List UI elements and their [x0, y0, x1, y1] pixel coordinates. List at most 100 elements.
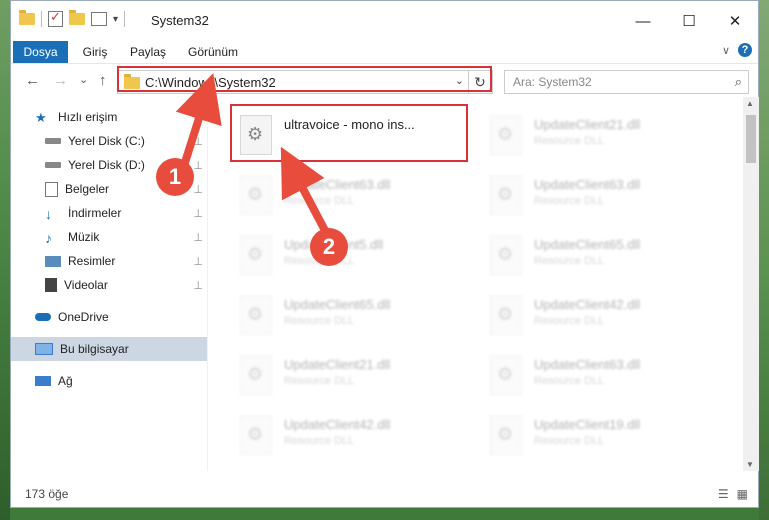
sidebar-item-network[interactable]: Ağ [11, 369, 207, 393]
pin-icon[interactable]: ⊥ [193, 255, 203, 268]
search-input[interactable]: Ara: System32 ⌕ [504, 70, 749, 94]
file-type: Resource DLL [284, 375, 355, 387]
file-tile[interactable]: ⚙ UpdateClient21.dll Resource DLL [466, 105, 706, 161]
file-name: UpdateClient19.dll [534, 417, 641, 432]
dll-file-icon: ⚙ [490, 175, 522, 215]
scroll-up-icon[interactable]: ▲ [746, 99, 754, 108]
file-name: UpdateClient21.dll [284, 357, 391, 372]
tab-view[interactable]: Görünüm [181, 41, 245, 63]
dll-file-icon: ⚙ [490, 235, 522, 275]
file-tile[interactable]: ⚙ UpdateClient63.dll Resource DLL [466, 165, 706, 221]
music-icon: ♪ [45, 230, 52, 246]
cloud-icon [35, 313, 51, 321]
sidebar-item-label: Belgeler [65, 182, 110, 196]
file-name: UpdateClient21.dll [534, 117, 641, 132]
sidebar-item-label: Yerel Disk (C:) [68, 134, 145, 148]
pin-icon[interactable]: ⊥ [193, 207, 203, 220]
file-tile[interactable]: ⚙ UpdateClient42.dll Resource DLL [466, 285, 706, 341]
file-type: Resource DLL [534, 135, 605, 147]
file-name: UpdateClient63.dll [534, 357, 641, 372]
computer-icon [35, 343, 53, 355]
dll-file-icon: ⚙ [490, 295, 522, 335]
pictures-icon [45, 255, 61, 267]
sidebar-item-videos[interactable]: Videolar ⊥ [11, 273, 207, 297]
file-tile[interactable]: ⚙ UpdateClient42.dll Resource DLL [216, 405, 456, 461]
vertical-scrollbar[interactable]: ▲ ▼ [743, 97, 759, 471]
drive-icon [45, 162, 61, 168]
expand-ribbon-icon[interactable]: ∨ [722, 44, 730, 57]
help-icon[interactable]: ? [738, 43, 752, 57]
tab-share[interactable]: Paylaş [123, 41, 173, 63]
network-icon [35, 376, 51, 386]
up-arrow-icon[interactable]: ↑ [99, 72, 107, 89]
sidebar-item-pictures[interactable]: Resimler ⊥ [11, 249, 207, 273]
file-tile[interactable]: ⚙ UpdateClient63.dll Resource DLL [216, 165, 456, 221]
large-icons-view-icon[interactable]: ▦ [737, 487, 748, 501]
folder-icon[interactable] [19, 10, 35, 25]
close-button[interactable]: ✕ [712, 1, 758, 41]
file-tile[interactable]: ⚙ UpdateClient63.dll Resource DLL [466, 345, 706, 401]
file-type: Resource DLL [284, 315, 355, 327]
file-name: UpdateClient65.dll [284, 297, 391, 312]
file-name: UpdateClient65.dll [534, 237, 641, 252]
sidebar-item-label: Hızlı erişim [58, 110, 118, 124]
documents-icon [45, 181, 58, 197]
file-tile[interactable]: ⚙ UpdateClient21.dll Resource DLL [216, 345, 456, 401]
file-name: UpdateClient42.dll [534, 297, 641, 312]
sidebar-item-quick-access[interactable]: ★ Hızlı erişim [11, 105, 207, 129]
sidebar-item-local-disk-c[interactable]: Yerel Disk (C:) ⊥ [11, 129, 207, 153]
file-type: Resource DLL [534, 435, 605, 447]
customize-toolbar-icon[interactable]: ▾ [113, 14, 118, 25]
dll-file-icon: ⚙ [240, 295, 272, 335]
recent-locations-icon[interactable]: ⌄ [79, 73, 88, 86]
sidebar-item-music[interactable]: ♪ Müzik ⊥ [11, 225, 207, 249]
download-icon: ↓ [45, 206, 52, 222]
search-placeholder: Ara: System32 [513, 75, 592, 89]
sidebar-item-this-pc[interactable]: Bu bilgisayar [11, 337, 207, 361]
search-icon[interactable]: ⌕ [735, 74, 742, 90]
properties-icon[interactable] [91, 12, 107, 26]
view-toggle: ☰ ▦ [718, 487, 748, 501]
ribbon-controls: ∨ ? [722, 43, 752, 57]
tab-home[interactable]: Giriş [75, 41, 115, 63]
pin-icon[interactable]: ⊥ [193, 135, 203, 148]
pin-icon[interactable]: ⊥ [193, 231, 203, 244]
file-type: Resource DLL [284, 195, 355, 207]
new-folder-icon[interactable] [69, 10, 85, 25]
sidebar-item-label: Resimler [68, 254, 116, 268]
file-tile[interactable]: ⚙ UpdateClient65.dll Resource DLL [216, 285, 456, 341]
pin-icon[interactable]: ⊥ [193, 159, 203, 172]
divider [124, 11, 126, 27]
properties-check-icon[interactable] [48, 9, 63, 27]
maximize-button[interactable]: ☐ [666, 1, 712, 41]
forward-arrow-icon[interactable]: → [53, 72, 68, 89]
file-tile[interactable]: ⚙ UpdateClient65.dll Resource DLL [466, 225, 706, 281]
drive-icon [45, 138, 61, 144]
sidebar-item-label: İndirmeler [68, 206, 122, 220]
pane-divider[interactable] [207, 97, 208, 471]
minimize-button[interactable]: — [620, 1, 666, 41]
ribbon-tabs: Dosya Giriş Paylaş Görünüm ∨ ? [11, 41, 758, 63]
tab-file[interactable]: Dosya [13, 41, 68, 63]
video-icon [45, 278, 57, 292]
sidebar-item-label: OneDrive [58, 310, 109, 324]
file-highlight-box [230, 104, 468, 162]
sidebar-item-onedrive[interactable]: OneDrive [11, 305, 207, 329]
file-tile[interactable]: ⚙ UpdateClient19.dll Resource DLL [466, 405, 706, 461]
details-view-icon[interactable]: ☰ [718, 487, 729, 501]
sidebar-item-downloads[interactable]: ↓ İndirmeler ⊥ [11, 201, 207, 225]
scroll-down-icon[interactable]: ▼ [746, 460, 754, 469]
pin-icon[interactable]: ⊥ [193, 183, 203, 196]
file-type: Resource DLL [284, 435, 355, 447]
scroll-thumb[interactable] [746, 115, 756, 163]
sidebar-item-label: Ağ [58, 374, 73, 388]
title-bar: ▾ System32 — ☐ ✕ [11, 1, 758, 41]
dll-file-icon: ⚙ [490, 355, 522, 395]
dll-file-icon: ⚙ [240, 355, 272, 395]
navigation-pane: ★ Hızlı erişim Yerel Disk (C:) ⊥ Yerel D… [11, 97, 207, 471]
dll-file-icon: ⚙ [490, 115, 522, 155]
file-type: Resource DLL [534, 195, 605, 207]
pin-icon[interactable]: ⊥ [193, 279, 203, 292]
dll-file-icon: ⚙ [490, 415, 522, 455]
back-arrow-icon[interactable]: ← [25, 72, 40, 89]
